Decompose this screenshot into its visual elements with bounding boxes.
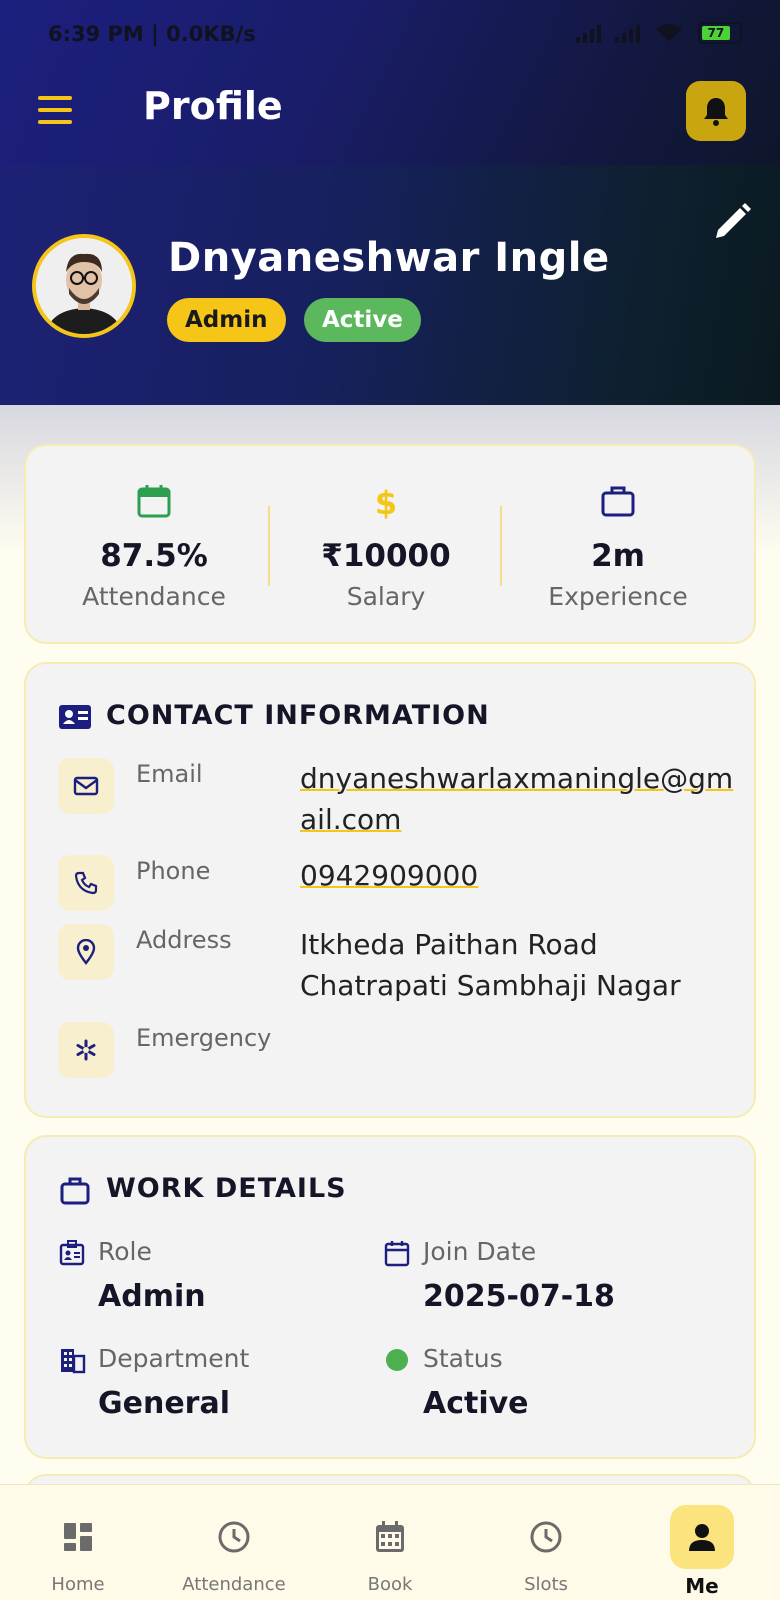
profile-name: Dnyaneshwar Ingle — [168, 235, 610, 281]
stat-value: 87.5% — [100, 538, 208, 574]
nav-item-attendance[interactable]: Attendance — [156, 1485, 312, 1600]
clock-icon — [514, 1505, 578, 1569]
briefcase-icon — [60, 1177, 90, 1205]
status-bar: 6:39 PM | 0.0KB/s 77 — [0, 0, 780, 70]
stats-card: 87.5% Attendance $ ₹10000 Salary 2m Expe… — [24, 444, 756, 644]
contact-card: CONTACT INFORMATION Email dnyaneshwarlax… — [24, 662, 756, 1118]
work-value: Active — [423, 1386, 529, 1421]
work-value: Admin — [98, 1279, 206, 1314]
location-pin-icon — [58, 924, 114, 980]
stat-label: Experience — [548, 582, 688, 611]
dashboard-icon — [46, 1505, 110, 1569]
info-label: Address — [136, 926, 232, 954]
bell-icon — [704, 98, 728, 126]
stat-value: ₹10000 — [321, 538, 451, 574]
person-icon — [670, 1505, 734, 1569]
status-time: 6:39 PM | 0.0KB/s — [48, 22, 256, 46]
nav-item-me[interactable]: Me — [624, 1485, 780, 1600]
stat-value: 2m — [591, 538, 645, 574]
stat-attendance: 87.5% Attendance — [38, 446, 270, 646]
work-label: Role — [98, 1237, 152, 1266]
bottom-nav: Home Attendance Book Slots Me — [0, 1484, 780, 1600]
edit-profile-button[interactable] — [710, 200, 754, 244]
battery-icon: 77 — [698, 22, 742, 44]
page-title: Profile — [143, 84, 283, 128]
battery-level: 77 — [702, 26, 730, 40]
clock-icon — [202, 1505, 266, 1569]
hamburger-menu-icon[interactable] — [38, 96, 74, 124]
nav-item-home[interactable]: Home — [0, 1485, 156, 1600]
stat-salary: $ ₹10000 Salary — [270, 446, 502, 646]
work-label: Department — [98, 1344, 250, 1373]
work-value: General — [98, 1386, 230, 1421]
nav-item-book[interactable]: Book — [312, 1485, 468, 1600]
stat-label: Attendance — [82, 582, 226, 611]
calendar-icon — [384, 1241, 410, 1267]
wifi-icon — [656, 24, 682, 42]
work-details-card: WORK DETAILS Role Admin Join Date 2025-0… — [24, 1135, 756, 1459]
nav-item-slots[interactable]: Slots — [468, 1485, 624, 1600]
pencil-icon — [716, 203, 751, 238]
avatar — [32, 234, 136, 338]
signal-icon — [615, 23, 640, 43]
info-label: Emergency — [136, 1024, 272, 1052]
status-dot-icon — [386, 1349, 408, 1371]
signal-icon — [576, 23, 601, 43]
status-icons: 77 — [576, 22, 742, 44]
mail-icon — [58, 758, 114, 814]
notification-button[interactable] — [686, 81, 746, 141]
building-icon — [61, 1349, 86, 1374]
dollar-icon: $ — [375, 484, 397, 520]
address-value: Itkheda Paithan Road Chatrapati Sambhaji… — [300, 928, 681, 1002]
nav-label: Slots — [524, 1574, 568, 1595]
calendar-grid-icon — [358, 1505, 422, 1569]
phone-link[interactable]: 0942909000 — [300, 855, 740, 896]
emergency-icon — [58, 1022, 114, 1078]
id-badge-icon — [59, 1240, 85, 1266]
briefcase-icon — [601, 486, 635, 517]
person-photo — [36, 238, 132, 334]
section-title: CONTACT INFORMATION — [106, 700, 490, 731]
contact-card-icon — [59, 705, 91, 729]
info-label: Email — [136, 760, 203, 788]
stat-label: Salary — [346, 582, 426, 611]
stat-experience: 2m Experience — [502, 446, 734, 646]
work-label: Status — [423, 1344, 503, 1373]
svg-text:$: $ — [375, 484, 397, 520]
email-link[interactable]: dnyaneshwarlaxmaningle@gmail.com — [300, 758, 740, 840]
role-badge: Admin — [167, 298, 286, 342]
phone-icon — [58, 855, 114, 911]
work-value: 2025-07-18 — [423, 1279, 615, 1314]
nav-label: Book — [367, 1574, 413, 1595]
section-title: WORK DETAILS — [106, 1173, 347, 1204]
nav-label: Attendance — [182, 1574, 286, 1595]
nav-label: Home — [51, 1574, 105, 1595]
work-label: Join Date — [423, 1237, 537, 1266]
info-label: Phone — [136, 857, 211, 885]
status-badge: Active — [304, 298, 421, 342]
nav-label: Me — [685, 1574, 719, 1598]
calendar-icon — [137, 485, 171, 518]
